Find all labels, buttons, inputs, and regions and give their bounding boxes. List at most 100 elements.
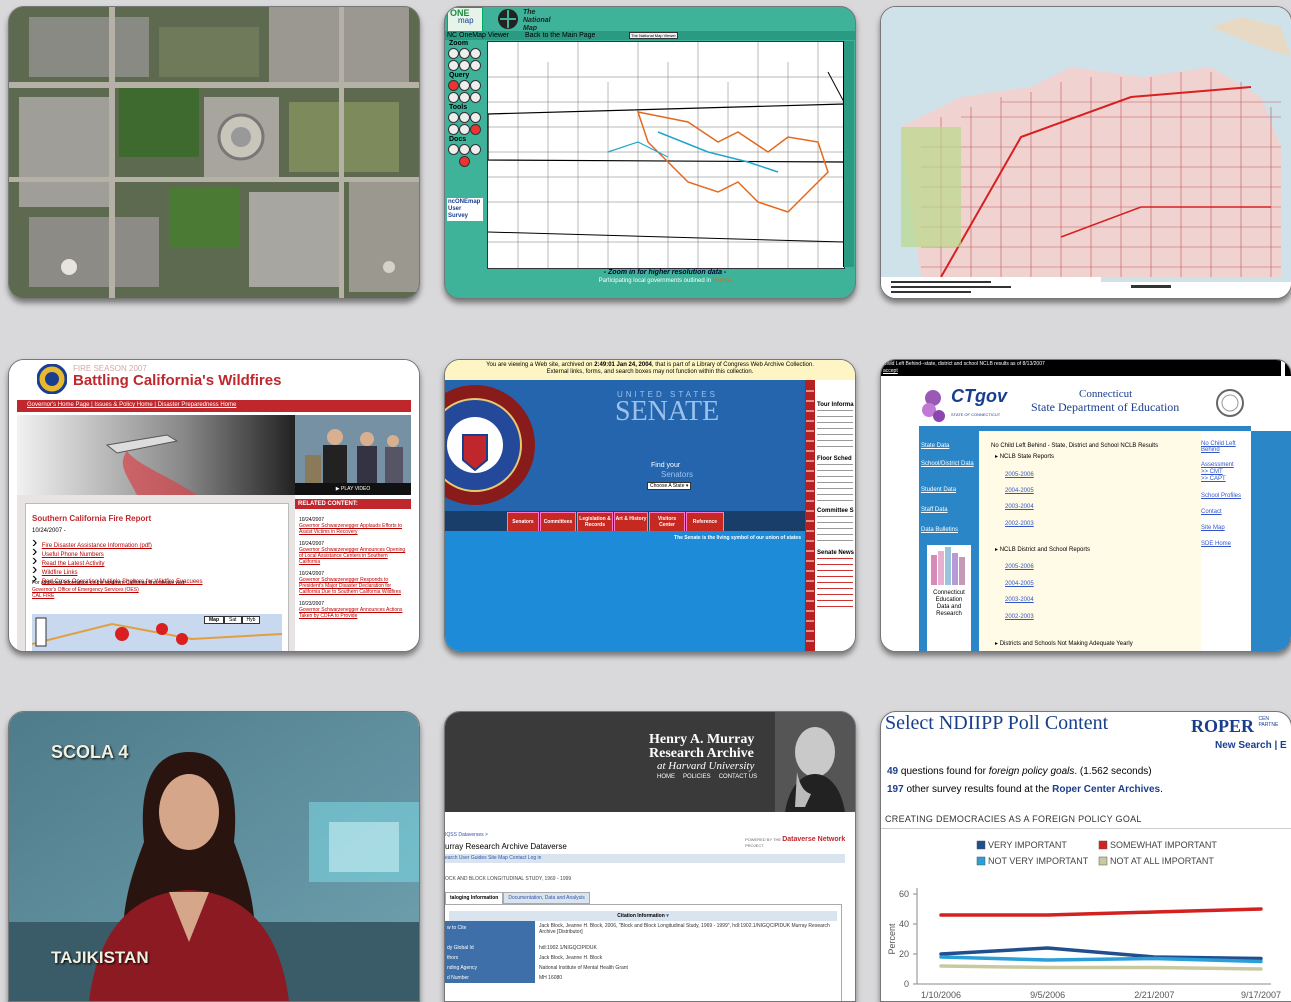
state-year-link[interactable]: 2005-2006 [1005,472,1034,478]
thumbnail-nc-onemap[interactable]: ONE map The National Map NC OneMap Viewe… [444,6,856,299]
clear-icon[interactable] [470,92,481,103]
user-survey-link[interactable]: ncONEmap User Survey [447,198,483,221]
thumbnail-roper-poll[interactable]: Select NDIIPP Poll Content ROPER CEN PAR… [880,711,1291,1002]
thumbnail-aerial-photo[interactable] [8,6,420,299]
map-button[interactable]: Map [204,616,224,624]
breadcrumb[interactable]: IQSS Dataverses > [445,832,488,838]
thumbnail-ct-education[interactable]: Child Left Behind--state, district and s… [880,359,1291,652]
dataverse-subnav[interactable]: earch User Guides Site Map Contact Log i… [445,854,845,863]
tab-cataloging[interactable]: taloging Information [445,892,504,904]
district-year-link[interactable]: 2003-2004 [1005,597,1034,603]
right-link[interactable]: School Profiles [1201,493,1241,499]
nav-home[interactable]: HOME [657,774,675,780]
side-link-data-bulletins[interactable]: Data Bulletins [921,527,958,533]
metadata-icon[interactable] [470,144,481,155]
move-icon[interactable] [459,60,470,71]
right-link[interactable]: SDE Home [1201,541,1231,547]
nav-contact[interactable]: CONTACT US [719,774,757,780]
nav-reference[interactable]: Reference [686,512,724,532]
thumbnail-ca-wildfires[interactable]: FIRE SEASON 2007 Battling California's W… [8,359,420,652]
video-thumbnail[interactable]: ▶ PLAY VIDEO [295,415,411,495]
find-icon[interactable] [470,80,481,91]
sat-button[interactable]: Sat [224,616,242,624]
district-year-link[interactable]: 2005-2006 [1005,564,1034,570]
zoom-in-icon[interactable] [448,48,459,59]
print-icon[interactable] [459,112,470,123]
nav-visitors[interactable]: Visitors Center [649,512,685,532]
new-search-link[interactable]: New Search | E [1215,740,1287,751]
refresh-icon[interactable] [470,112,481,123]
ca-nav-links[interactable]: Governor's Home Page | Issues & Policy H… [27,402,236,408]
map-scrollbar[interactable] [843,41,854,267]
side-link-staff-data[interactable]: Staff Data [921,507,948,513]
right-link[interactable]: Contact [1201,509,1222,515]
play-video-button[interactable]: ▶ PLAY VIDEO [295,483,411,495]
thumbnail-us-senate[interactable]: You are viewing a Web site, archived on … [444,359,856,652]
measure-icon[interactable] [448,112,459,123]
ca-header: FIRE SEASON 2007 Battling California's W… [9,360,419,398]
nav-legislation[interactable]: Legislation & Records [577,512,613,532]
select-icon[interactable] [448,92,459,103]
pan-icon[interactable] [470,48,481,59]
right-link[interactable]: No Child Left Behind [1201,441,1249,453]
fire-map[interactable]: Map Sat Hyb [31,614,283,651]
right-link[interactable]: >> CMT [1201,469,1223,475]
side-link-state-data[interactable]: State Data [921,443,949,449]
senate-tagline: The Senate is the living symbol of our u… [674,535,801,541]
cedar-box[interactable]: Connecticut Education Data and Research [927,545,971,651]
zoom-out-icon[interactable] [459,48,470,59]
right-link[interactable]: >> CAPT [1201,476,1226,482]
buffer-icon[interactable] [459,92,470,103]
identify-icon[interactable] [448,80,459,91]
related-link[interactable]: Governor Schwarzenegger Applauds Efforts… [299,523,407,535]
district-year-link[interactable]: 2004-2005 [1005,581,1034,587]
related-link[interactable]: Governor Schwarzenegger Responds to Pres… [299,577,407,595]
nav-senators[interactable]: Senators [507,512,539,532]
thumbnail-sf-street-map[interactable] [880,6,1291,299]
side-link-student-data[interactable]: Student Data [921,487,956,493]
xy-icon[interactable] [470,60,481,71]
cal-fire-link[interactable]: CAL FIRE [32,593,54,599]
right-link[interactable]: Site Map [1201,525,1225,531]
legend-icon[interactable] [448,124,459,135]
menu-viewer[interactable]: NC OneMap Viewer [447,32,509,39]
right-link[interactable]: Assessment [1201,462,1234,468]
related-link[interactable]: Governor Schwarzenegger Announces Openin… [299,547,407,565]
nav-art-history[interactable]: Art & History [614,512,648,532]
roper-archives-link[interactable]: Roper Center Archives [1052,784,1160,795]
archive-text-suffix: , that is part of a Library of Congress … [651,362,814,368]
contact-icon[interactable] [459,156,470,167]
help-icon[interactable] [448,144,459,155]
nav-policies[interactable]: POLICIES [683,774,711,780]
related-link[interactable]: Governor Schwarzenegger Announces Action… [299,607,407,619]
map-canvas[interactable] [487,41,845,269]
menu-national-map-button[interactable]: The National Map Viewer [629,32,678,39]
about-icon[interactable] [459,144,470,155]
hyb-button[interactable]: Hyb [241,616,261,624]
choose-state-select[interactable]: Choose A State ▾ [647,482,692,490]
side-link-school-district[interactable]: School/District Data [921,461,977,467]
thumbnail-murray-archive[interactable]: Henry A. Murray Research Archive at Harv… [444,711,856,1002]
district-year-link[interactable]: 2002-2003 [1005,614,1034,620]
query-icon[interactable] [459,80,470,91]
ca-nav-bar: Governor's Home Page | Issues & Policy H… [17,400,411,412]
nav-committees[interactable]: Committees [540,512,576,532]
zoom-box-icon[interactable] [448,60,459,71]
henry-murray-portrait [775,712,855,812]
state-year-link[interactable]: 2002-2003 [1005,521,1034,527]
senate-banner: UNITED STATES SENATE Find your Senators … [445,380,805,511]
tool-group-zoom: Zoom [449,40,469,47]
ct-top-bar-accept[interactable]: accept [883,368,898,374]
aerial-photo-image [9,7,419,298]
state-year-link[interactable]: 2004-2005 [1005,488,1034,494]
thumbnail-scola-broadcast[interactable]: SCOLA 4 TAJIKISTAN [8,711,420,1002]
state-year-link[interactable]: 2003-2004 [1005,504,1034,510]
poll-page-title: Select NDIIPP Poll Content [885,712,1109,734]
side-header: Senate News [817,550,855,556]
murray-title-3: at Harvard University [657,760,755,772]
tab-documentation[interactable]: Documentation, Data and Analysis [503,892,590,904]
not-making-ayp-heading: ▸ Districts and Schools Not Making Adequ… [995,641,1133,647]
menu-back-link[interactable]: Back to the Main Page [525,32,595,39]
layers-icon[interactable] [459,124,470,135]
overview-icon[interactable] [470,124,481,135]
